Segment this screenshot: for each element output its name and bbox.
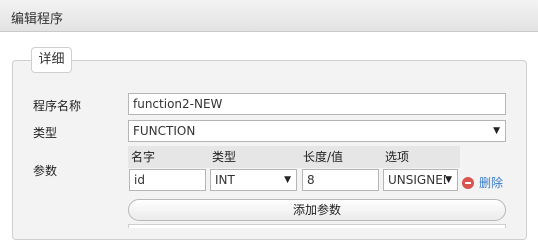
param-header-length: 长度/值 xyxy=(300,146,382,168)
name-label: 程序名称 xyxy=(33,99,82,113)
param-options-value: UNSIGNED xyxy=(388,173,446,187)
type-select-value: FUNCTION xyxy=(133,124,196,138)
param-header-name: 名字 xyxy=(128,146,209,168)
param-header-type: 类型 xyxy=(209,146,300,168)
name-input[interactable]: function2-NEW xyxy=(128,93,506,115)
add-param-button[interactable]: 添加参数 xyxy=(128,199,506,221)
param-length-input[interactable]: 8 xyxy=(302,169,379,191)
section-legend: 详细 xyxy=(31,47,72,73)
name-input-value: function2-NEW xyxy=(133,97,223,111)
minus-circle-icon xyxy=(462,177,474,189)
window-titlebar: 编辑程序 xyxy=(0,0,538,32)
window-title: 编辑程序 xyxy=(11,12,64,27)
param-type-select[interactable]: INT ▼ xyxy=(210,169,297,191)
param-options-select[interactable]: UNSIGNED ▼ xyxy=(383,169,458,191)
chevron-down-icon: ▼ xyxy=(493,126,500,136)
params-label: 参数 xyxy=(33,164,58,178)
type-label: 类型 xyxy=(33,126,58,140)
param-name-input[interactable]: id xyxy=(129,169,206,191)
param-type-value: INT xyxy=(215,173,235,187)
type-select[interactable]: FUNCTION ▼ xyxy=(128,120,506,142)
param-length-value: 8 xyxy=(307,173,315,187)
param-header-options: 选项 xyxy=(382,146,460,168)
chevron-down-icon: ▼ xyxy=(284,175,291,185)
param-name-value: id xyxy=(134,173,145,187)
delete-param-label: 删除 xyxy=(479,176,504,190)
chevron-down-icon: ▼ xyxy=(445,175,452,185)
params-panel-continuation xyxy=(128,224,506,228)
